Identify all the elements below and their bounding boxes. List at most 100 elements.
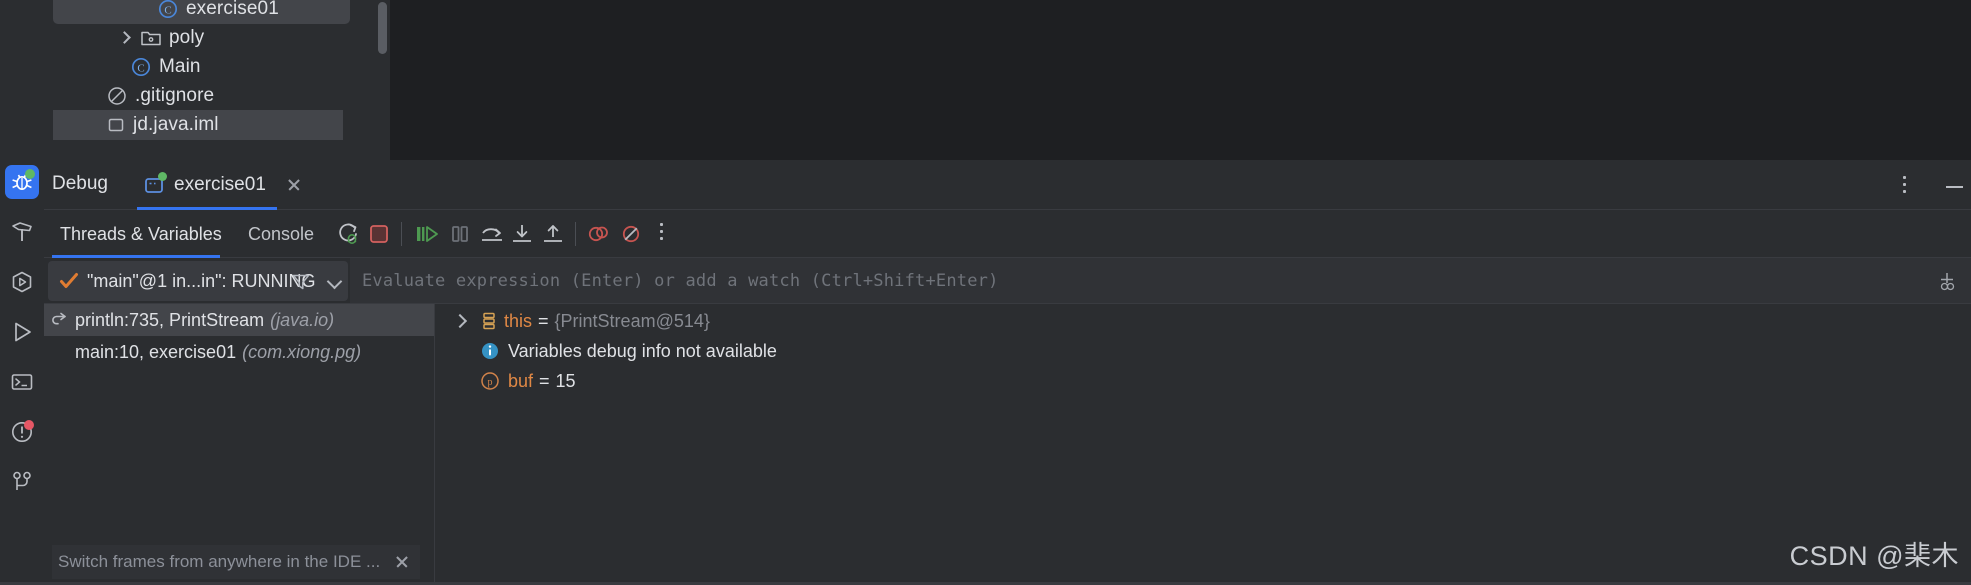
evaluate-placeholder: Evaluate expression (Enter) or add a wat…	[362, 270, 999, 291]
left-tool-gutter	[0, 160, 44, 585]
tab-exercise01[interactable]: exercise01	[139, 160, 309, 210]
tab-threads-and-variables[interactable]: Threads & Variables	[52, 210, 230, 258]
variable-row-info-message: Variables debug info not available	[435, 336, 1971, 366]
watermark: CSDN @棐木	[1789, 541, 1959, 571]
chevron-right-icon[interactable]	[450, 312, 470, 330]
variable-row-this[interactable]: this = {PrintStream@514}	[435, 306, 1971, 336]
view-breakpoints-icon[interactable]	[585, 221, 613, 247]
status-hint-text: Switch frames from anywhere in the IDE .…	[58, 552, 381, 571]
project-tree-scrollbar[interactable]	[378, 2, 387, 54]
tree-item-poly[interactable]: poly	[53, 23, 204, 53]
running-status-dot	[25, 169, 35, 179]
variable-message: Variables debug info not available	[508, 340, 777, 361]
session-running-dot	[158, 172, 167, 181]
check-icon	[58, 271, 80, 291]
sidebar-item-version-control[interactable]	[5, 465, 39, 499]
variable-name: this	[504, 310, 533, 331]
close-icon[interactable]	[283, 174, 305, 196]
resume-program-icon[interactable]	[412, 221, 440, 247]
tab-label: exercise01	[174, 174, 266, 195]
tab-console[interactable]: Console	[240, 210, 322, 258]
status-hint[interactable]: Switch frames from anywhere in the IDE .…	[52, 545, 421, 579]
tree-item-label: exercise01	[186, 0, 279, 19]
sidebar-item-problems[interactable]	[5, 415, 39, 449]
sidebar-item-build[interactable]	[5, 215, 39, 249]
java-class-icon: C	[157, 0, 179, 20]
tree-item-label: poly	[169, 27, 205, 48]
thread-selector[interactable]: "main"@1 in...in": RUNNING	[48, 261, 348, 301]
close-icon[interactable]	[390, 551, 414, 573]
toolbar-separator	[401, 222, 402, 246]
file-icon	[106, 115, 126, 135]
tab-label: Threads & Variables	[60, 223, 222, 244]
mute-breakpoints-icon[interactable]	[618, 221, 646, 247]
svg-text:C: C	[164, 4, 171, 16]
return-arrow-icon	[49, 310, 71, 330]
chevron-right-icon[interactable]	[116, 30, 132, 46]
step-over-icon[interactable]	[478, 221, 506, 247]
svg-text:C: C	[137, 62, 144, 74]
tree-item-gitignore[interactable]: .gitignore	[53, 81, 214, 111]
frame-package: (com.xiong.pg)	[242, 341, 362, 362]
tab-label: Console	[248, 223, 315, 244]
evaluate-expression-field[interactable]: Evaluate expression (Enter) or add a wat…	[350, 258, 1971, 303]
frame-package: (java.io)	[270, 309, 335, 330]
gitignore-icon	[106, 85, 128, 107]
frame-method: println:735, PrintStream	[75, 309, 265, 330]
stop-icon[interactable]	[366, 221, 394, 247]
chevron-down-icon[interactable]	[327, 274, 343, 290]
step-into-icon[interactable]	[509, 221, 537, 247]
project-tree-panel[interactable]: C exercise01 poly C Main .gitignore jd.j…	[44, 0, 390, 160]
sidebar-item-terminal[interactable]	[5, 365, 39, 399]
thread-and-evaluate-row: "main"@1 in...in": RUNNING Evaluate expr…	[44, 258, 1971, 304]
debug-window-options-icon[interactable]	[1895, 176, 1913, 196]
tree-item-main[interactable]: C Main	[53, 52, 201, 82]
debug-window-header: Debug exercise01	[44, 160, 1971, 210]
debug-toolbar: Threads & Variables Console	[44, 210, 1971, 258]
folder-icon	[140, 28, 162, 48]
pause-program-icon[interactable]	[447, 221, 475, 247]
thread-label: "main"@1 in...in": RUNNING	[87, 270, 316, 291]
step-out-icon[interactable]	[540, 221, 568, 247]
primitive-p-icon: p	[480, 371, 500, 391]
debug-status-bar: Switch frames from anywhere in the IDE .…	[44, 539, 1971, 585]
sidebar-item-run[interactable]	[5, 315, 39, 349]
debug-window-title: Debug	[52, 173, 108, 194]
sidebar-item-debug[interactable]	[5, 165, 39, 199]
frame-row[interactable]: println:735, PrintStream (java.io)	[44, 304, 434, 336]
debug-window-body: Debug exercise01 Threads & Variables Con…	[44, 160, 1971, 585]
debug-session-icon	[143, 172, 167, 196]
filter-icon[interactable]	[291, 272, 311, 292]
variable-name: buf	[508, 370, 534, 391]
tree-item-jd-java-iml[interactable]: jd.java.iml	[53, 110, 343, 140]
variable-value: {PrintStream@514}	[554, 310, 710, 331]
top-strip: C exercise01 poly C Main .gitignore jd.j…	[0, 0, 1971, 160]
frame-spacer	[49, 342, 71, 362]
toolbar-separator-2	[575, 222, 576, 246]
debug-tool-window: Debug exercise01 Threads & Variables Con…	[0, 160, 1971, 585]
left-tool-gutter-top	[0, 0, 44, 160]
minimize-icon[interactable]	[1946, 186, 1963, 188]
add-watch-icon[interactable]	[1935, 270, 1959, 292]
terminal-icon	[11, 374, 33, 390]
java-class-icon: C	[130, 56, 152, 78]
frame-row[interactable]: main:10, exercise01 (com.xiong.pg)	[44, 336, 434, 368]
tree-item-label: .gitignore	[135, 85, 215, 106]
toolbar-more-icon[interactable]	[652, 223, 670, 245]
ide-window: C exercise01 poly C Main .gitignore jd.j…	[0, 0, 1971, 585]
svg-text:p: p	[488, 377, 493, 388]
frame-method: main:10, exercise01	[75, 341, 237, 362]
rerun-debug-icon[interactable]	[334, 221, 362, 247]
variable-value: 15	[555, 370, 576, 391]
variable-equals: =	[539, 370, 550, 391]
editor-area[interactable]	[390, 0, 1971, 160]
git-branch-icon	[13, 471, 31, 490]
sidebar-item-services[interactable]	[5, 265, 39, 299]
services-icon	[12, 271, 32, 293]
tree-item-label: Main	[159, 56, 201, 77]
tree-item-exercise01[interactable]: C exercise01	[53, 0, 350, 24]
problems-badge-dot	[24, 420, 34, 430]
play-icon	[15, 322, 31, 342]
tree-item-label: jd.java.iml	[133, 114, 219, 135]
variable-row-buf[interactable]: p buf = 15	[435, 366, 1971, 396]
